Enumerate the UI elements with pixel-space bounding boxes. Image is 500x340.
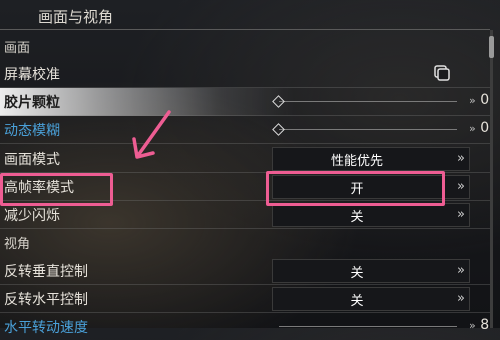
chevron-right-icon[interactable]: » bbox=[457, 263, 465, 278]
slider-value: » 8 bbox=[469, 317, 490, 333]
reduce-flicker-select[interactable]: 关 » bbox=[272, 203, 470, 227]
row-label: 减少闪烁 bbox=[4, 208, 60, 224]
select-value: 性能优先 bbox=[330, 154, 383, 169]
slider-handle[interactable] bbox=[272, 95, 285, 108]
annotation-box-value bbox=[266, 171, 445, 206]
section-display: 画面 bbox=[4, 41, 31, 56]
row-label: 反转垂直控制 bbox=[4, 264, 88, 280]
row-label: 水平转动速度 bbox=[4, 320, 88, 336]
row-invert-horizontal[interactable]: 反转水平控制 关 » bbox=[0, 285, 490, 313]
slider-handle[interactable] bbox=[272, 123, 285, 136]
header-divider bbox=[0, 29, 490, 30]
slider-value: » 0 bbox=[469, 92, 490, 108]
select-value: 关 bbox=[350, 294, 364, 309]
row-screen-calibration[interactable]: 屏幕校准 bbox=[0, 60, 490, 88]
slider-value: » 0 bbox=[469, 120, 490, 136]
row-label: 反转水平控制 bbox=[4, 292, 88, 308]
display-mode-select[interactable]: 性能优先 » bbox=[272, 147, 470, 171]
row-horizontal-speed[interactable]: 水平转动速度 » 8 bbox=[0, 313, 490, 340]
row-label: 胶片颗粒 bbox=[4, 95, 60, 111]
annotation-arrow-icon bbox=[132, 110, 171, 159]
scrollbar-track[interactable] bbox=[490, 30, 493, 328]
select-value: 关 bbox=[350, 266, 364, 281]
chevron-right-icon[interactable]: » bbox=[457, 291, 465, 306]
page-title: 画面与视角 bbox=[38, 8, 114, 26]
row-label: 画面模式 bbox=[4, 152, 60, 168]
row-motion-blur[interactable]: 动态模糊 » 0 bbox=[0, 116, 490, 144]
scrollbar-thumb[interactable] bbox=[489, 36, 494, 58]
select-value: 关 bbox=[350, 210, 364, 225]
section-camera: 视角 bbox=[4, 237, 31, 252]
slider-track[interactable] bbox=[279, 326, 457, 327]
slider-track[interactable] bbox=[279, 101, 457, 102]
chevron-right-icon[interactable]: » bbox=[457, 207, 465, 222]
chevron-right-icon[interactable]: » bbox=[457, 151, 465, 166]
chevron-right-icon[interactable]: » bbox=[457, 179, 465, 194]
annotation-box-label bbox=[0, 173, 113, 206]
row-display-mode[interactable]: 画面模式 性能优先 » bbox=[0, 145, 490, 173]
row-invert-vertical[interactable]: 反转垂直控制 关 » bbox=[0, 257, 490, 285]
slider-track[interactable] bbox=[279, 129, 457, 130]
invert-vertical-select[interactable]: 关 » bbox=[272, 259, 470, 283]
invert-horizontal-select[interactable]: 关 » bbox=[272, 287, 470, 311]
row-label: 屏幕校准 bbox=[4, 67, 60, 83]
row-label: 动态模糊 bbox=[4, 123, 60, 139]
copy-icon[interactable] bbox=[434, 65, 450, 81]
row-film-grain[interactable]: 胶片颗粒 » 0 bbox=[0, 88, 490, 116]
